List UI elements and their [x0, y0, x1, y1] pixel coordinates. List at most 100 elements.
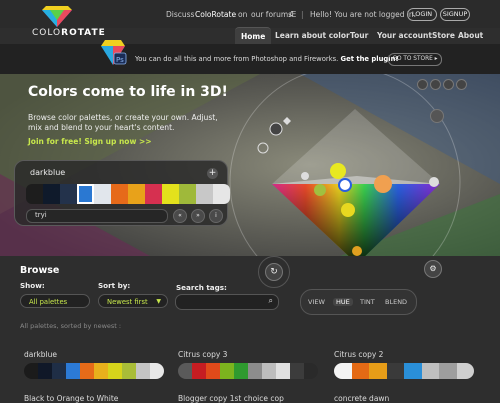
on-text: on	[238, 10, 248, 19]
palette-color	[234, 363, 248, 379]
logo-text-a: COLO	[32, 28, 62, 38]
palette-color	[262, 363, 276, 379]
chevron-down-icon: ▼	[156, 298, 161, 305]
color-swatch[interactable]	[145, 184, 162, 204]
rotate-icon[interactable]: ↻	[265, 263, 283, 281]
sort-label: Sort by:	[98, 281, 131, 290]
svg-text:Ps: Ps	[116, 56, 124, 64]
palette-tag-value: tryi	[35, 211, 47, 219]
color-swatch[interactable]	[60, 184, 77, 204]
settings-icon[interactable]: ⚙	[424, 260, 442, 278]
color-swatch[interactable]	[111, 184, 128, 204]
view-control-4[interactable]	[456, 79, 467, 90]
hero-title: Colors come to life in 3D!	[28, 84, 228, 100]
nav-home[interactable]: Home	[235, 27, 272, 45]
show-select[interactable]: All palettes	[20, 294, 90, 308]
palette-color	[386, 363, 404, 379]
nav-store[interactable]: Store	[432, 27, 455, 44]
color-swatch[interactable]	[26, 184, 43, 204]
promo-text: You can do all this and more from Photos…	[135, 55, 399, 63]
palette-color	[94, 363, 108, 379]
palette-color	[38, 363, 52, 379]
palette-strip[interactable]	[178, 363, 318, 379]
info-icon[interactable]: i	[209, 209, 223, 223]
view-control-1[interactable]	[417, 79, 428, 90]
hero-subtitle: Browse color palettes, or create your ow…	[28, 113, 218, 132]
color-swatch[interactable]	[94, 184, 111, 204]
palette-color	[439, 363, 457, 379]
color-swatch[interactable]	[162, 184, 179, 204]
view-label: VIEW	[308, 298, 325, 306]
palette-name: darkblue	[30, 168, 66, 177]
signup-button[interactable]: SIGNUP	[440, 8, 470, 21]
palette-title[interactable]: Black to Orange to White	[24, 394, 118, 403]
colorotate-text: ColoRotate	[195, 10, 237, 19]
palette-color	[52, 363, 66, 379]
palette-strip[interactable]	[24, 363, 164, 379]
color-swatch[interactable]	[196, 184, 213, 204]
palette-title[interactable]: Citrus copy 2	[334, 350, 383, 359]
view-tint[interactable]: TINT	[360, 298, 375, 306]
color-swatch[interactable]	[43, 184, 60, 204]
nav-account[interactable]: Your account	[377, 27, 432, 44]
show-label: Show:	[20, 281, 45, 290]
join-link[interactable]: Join for free! Sign up now >>	[28, 137, 152, 146]
palette-color	[122, 363, 136, 379]
forums-link[interactable]: our forums	[251, 10, 292, 19]
palette-title[interactable]: concrete dawn	[334, 394, 389, 403]
logo-text: COLOROTATE	[32, 28, 106, 38]
search-input[interactable]: ⌕	[175, 294, 279, 310]
color-swatch[interactable]	[77, 184, 94, 204]
search-label: Search tags:	[176, 283, 227, 292]
prev-icon[interactable]: «	[173, 209, 187, 223]
view-control-3[interactable]	[443, 79, 454, 90]
nav-tour[interactable]: Tour	[350, 27, 368, 44]
palette-title[interactable]: darkblue	[24, 350, 57, 359]
browse-title: Browse	[20, 265, 60, 276]
palette-title[interactable]: Citrus copy 3	[178, 350, 227, 359]
login-button[interactable]: LOGIN	[407, 8, 437, 21]
search-icon[interactable]: ⌕	[269, 296, 273, 306]
palette-color	[108, 363, 122, 379]
palette-color	[456, 363, 474, 379]
palette-color	[80, 363, 94, 379]
bulb-icon[interactable]	[430, 109, 444, 123]
palette-strip[interactable]	[334, 363, 474, 379]
next-icon[interactable]: »	[191, 209, 205, 223]
palette-tag-input[interactable]: tryi	[26, 209, 168, 223]
palette-color	[334, 363, 352, 379]
nav-learn[interactable]: Learn about color	[275, 27, 350, 44]
palette-color	[421, 363, 439, 379]
sort-select[interactable]: Newest first ▼	[98, 294, 168, 308]
color-swatch[interactable]	[179, 184, 196, 204]
palette-color	[276, 363, 290, 379]
add-palette-button[interactable]: +	[207, 168, 218, 179]
view-blend[interactable]: BLEND	[385, 298, 407, 306]
header-separator: |	[301, 10, 304, 19]
view-hue[interactable]: HUE	[333, 298, 353, 306]
promo-message: You can do all this and more from Photos…	[135, 55, 339, 63]
go-to-store-button[interactable]: GO TO STORE ▸	[388, 53, 442, 66]
palette-color	[220, 363, 234, 379]
palette-color	[351, 363, 369, 379]
palette-color	[136, 363, 150, 379]
colorotate-logo[interactable]	[40, 6, 74, 28]
sorted-note: All palettes, sorted by newest :	[20, 322, 122, 330]
palette-color	[248, 363, 262, 379]
palette-color	[290, 363, 304, 379]
logo-text-b: ROTATE	[61, 28, 106, 38]
palette-color	[369, 363, 387, 379]
plugin-icon: Ps	[101, 40, 127, 65]
palette-color	[206, 363, 220, 379]
show-select-value: All palettes	[29, 298, 68, 306]
nav-about[interactable]: About	[458, 27, 483, 44]
palette-color	[404, 363, 422, 379]
sort-select-value: Newest first	[107, 298, 148, 306]
view-control-2[interactable]	[430, 79, 441, 90]
palette-color	[24, 363, 38, 379]
palette-swatches[interactable]	[26, 184, 230, 204]
color-swatch[interactable]	[128, 184, 145, 204]
color-swatch[interactable]	[213, 184, 230, 204]
palette-color	[178, 363, 192, 379]
palette-title[interactable]: Blogger copy 1st choice cop	[178, 394, 284, 403]
